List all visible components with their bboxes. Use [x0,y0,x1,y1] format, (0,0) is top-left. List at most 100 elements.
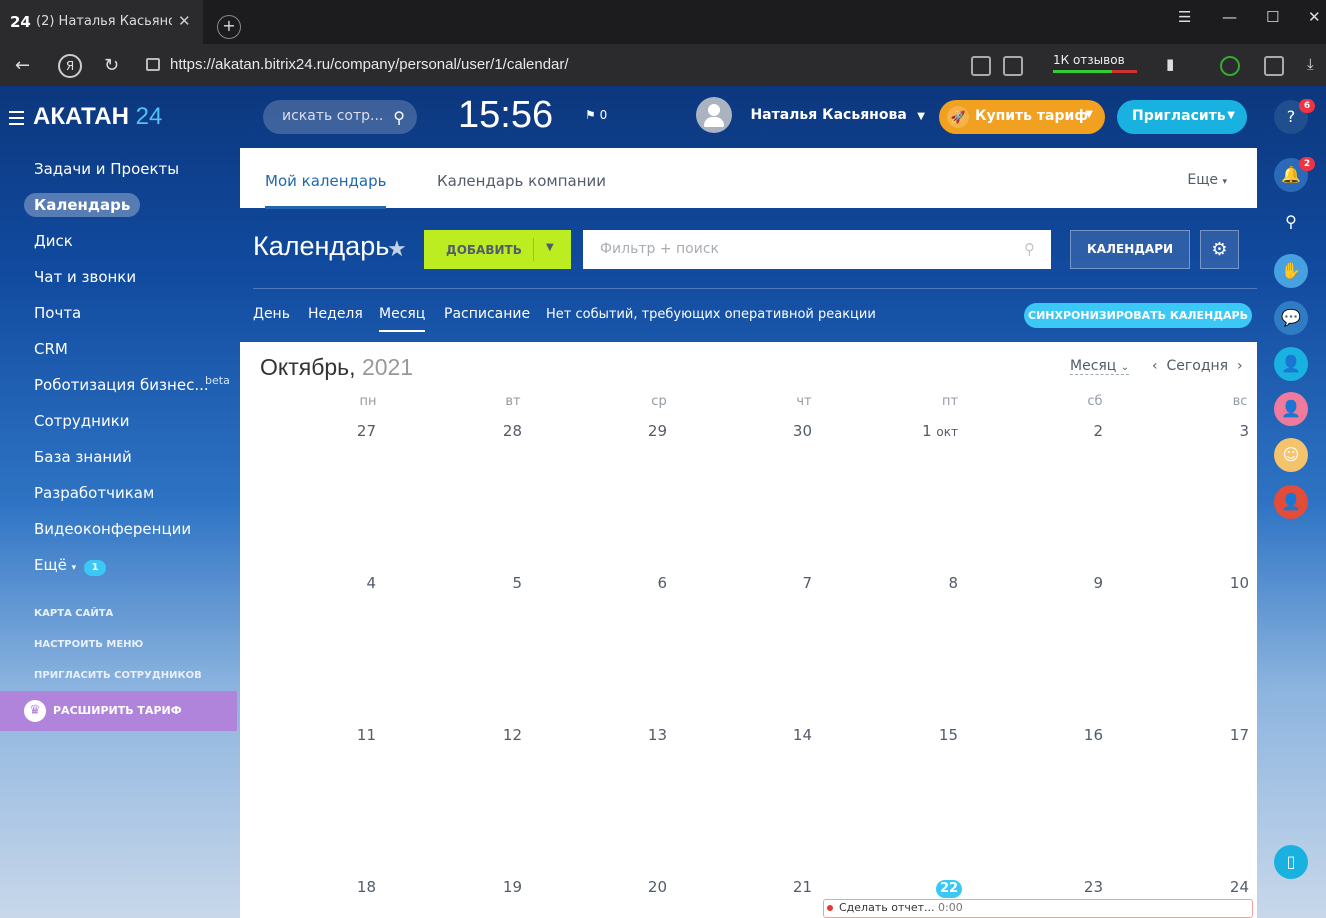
view-dropdown[interactable]: Месяц ⌄ [1070,358,1130,375]
contact-avatar[interactable]: 👤 [1274,392,1308,426]
prev-icon[interactable]: ‹ [1152,358,1158,374]
group-chat-icon[interactable]: ✋ [1274,254,1308,288]
sidebar-item-chat[interactable]: Чат и звонки [23,262,237,298]
day-cell[interactable]: 19 [482,878,522,896]
view-day[interactable]: День [253,306,290,322]
invite-button[interactable]: Пригласить ▼ [1117,100,1247,134]
day-cell[interactable]: 17 [1209,726,1249,744]
contact-avatar[interactable]: ☺ [1274,438,1308,472]
site-map-link[interactable]: КАРТА САЙТА [34,608,113,619]
today-cell[interactable]: 22 [922,878,962,898]
view-week[interactable]: Неделя [308,306,363,322]
star-icon[interactable]: ★ [387,237,407,262]
close-tab-icon[interactable]: ✕ [178,12,191,30]
user-clock-icon[interactable]: 👤 [1274,347,1308,381]
menu-burger-icon[interactable] [9,111,24,129]
chat-icon[interactable]: 💬 [1274,301,1308,335]
downloads-icon[interactable]: ⤓ [1307,55,1314,73]
mobile-app-icon[interactable]: ▯ [1274,845,1308,879]
user-menu[interactable]: Наталья Касьянова ▼ [696,97,925,133]
tab-my-calendar[interactable]: Мой календарь [265,172,387,209]
day-cell[interactable]: 5 [482,574,522,592]
gear-icon[interactable]: ⚙ [1200,230,1239,269]
portal-brand[interactable]: АКАТАН 24 [33,103,162,131]
day-cell[interactable]: 23 [1063,878,1103,896]
search-icon[interactable]: ⚲ [1274,205,1308,239]
day-cell[interactable]: 24 [1209,878,1249,896]
day-cell[interactable]: 13 [627,726,667,744]
no-events-notice[interactable]: Нет событий, требующих оперативной реакц… [546,307,876,322]
minimize-icon[interactable]: — [1222,8,1237,26]
day-cell[interactable]: 10 [1209,574,1249,592]
day-cell[interactable]: 30 [772,422,812,440]
day-cell[interactable]: 15 [918,726,958,744]
sidebar-item-crm[interactable]: CRM [23,334,237,370]
close-window-icon[interactable]: ✕ [1308,8,1321,26]
day-cell[interactable]: 9 [1063,574,1103,592]
sidebar-item-more[interactable]: Ещё ▾ 1 [23,550,237,586]
day-cell[interactable]: 20 [627,878,667,896]
sidebar-item-employees[interactable]: Сотрудники [23,406,237,442]
config-menu-link[interactable]: НАСТРОИТЬ МЕНЮ [34,639,143,650]
day-cell[interactable]: 2 [1063,422,1103,440]
next-icon[interactable]: › [1237,358,1243,374]
day-cell[interactable]: 7 [772,574,812,592]
back-icon[interactable]: ← [15,55,30,76]
calendar-event[interactable]: Сделать отчет... 0:00 [823,899,1253,918]
day-cell[interactable]: 29 [627,422,667,440]
sidebar-item-video[interactable]: Видеоконференции [23,514,237,550]
sync-calendar-button[interactable]: СИНХРОНИЗИРОВАТЬ КАЛЕНДАРЬ [1024,303,1252,328]
view-month[interactable]: Месяц [379,306,426,332]
extension-icon[interactable] [971,56,991,76]
flag-counter[interactable]: ⚑ 0 [585,108,607,122]
day-cell[interactable]: 11 [336,726,376,744]
add-event-button[interactable]: ДОБАВИТЬ ▼ [424,230,571,269]
sidebar-item-tasks[interactable]: Задачи и Проекты [23,154,237,190]
more-menu[interactable]: Еще ▾ [1187,172,1227,188]
sidebar-item-knowledge[interactable]: База знаний [23,442,237,478]
yandex-icon[interactable]: Я [58,54,82,78]
expand-plan-button[interactable]: ♛ РАСШИРИТЬ ТАРИФ [0,691,237,731]
sidebar-item-mail[interactable]: Почта [23,298,237,334]
day-cell[interactable]: 16 [1063,726,1103,744]
url-field[interactable]: https://akatan.bitrix24.ru/company/perso… [170,56,569,73]
today-button[interactable]: Сегодня [1167,358,1229,374]
invite-staff-link[interactable]: ПРИГЛАСИТЬ СОТРУДНИКОВ [34,670,202,681]
buy-plan-button[interactable]: 🚀 Купить тариф ▼ [939,100,1105,134]
day-cell[interactable]: 18 [336,878,376,896]
day-cell[interactable]: 4 [336,574,376,592]
contact-avatar[interactable]: 👤 [1274,485,1308,519]
day-cell[interactable]: 21 [772,878,812,896]
day-cell[interactable]: 14 [772,726,812,744]
search-icon[interactable]: ⚲ [1024,240,1035,258]
clock[interactable]: 15:56 [458,94,553,137]
sidebar-item-robotization[interactable]: Роботизация бизнес... beta [23,370,237,406]
tab-company-calendar[interactable]: Календарь компании [437,172,606,190]
calendars-button[interactable]: КАЛЕНДАРИ [1070,230,1190,269]
browser-menu-icon[interactable]: ☰ [1178,8,1191,26]
collections-icon[interactable] [1264,56,1284,76]
sidebar-item-calendar[interactable]: Календарь [23,190,237,226]
filter-search-input[interactable]: Фильтр + поиск ⚲ [583,230,1051,269]
browser-tab[interactable]: 24 (2) Наталья Касьянова: Календарь ✕ [0,0,203,44]
extension-icon[interactable] [1003,56,1023,76]
reviews-label[interactable]: 1К отзывов [1053,53,1125,67]
search-icon[interactable]: ⚲ [393,108,405,127]
protect-icon[interactable] [1220,56,1240,76]
view-schedule[interactable]: Расписание [444,306,530,322]
day-cell[interactable]: 12 [482,726,522,744]
chevron-down-icon[interactable]: ▼ [546,242,554,253]
sidebar-item-developers[interactable]: Разработчикам [23,478,237,514]
sidebar-item-disk[interactable]: Диск [23,226,237,262]
bookmark-icon[interactable]: ▮ [1166,55,1174,73]
day-cell[interactable]: 3 [1209,422,1249,440]
day-cell[interactable]: 1 окт [918,422,958,440]
day-cell[interactable]: 8 [918,574,958,592]
employee-search-input[interactable]: искать сотр... ⚲ [263,100,417,134]
day-cell[interactable]: 27 [336,422,376,440]
day-cell[interactable]: 6 [627,574,667,592]
new-tab-button[interactable]: + [217,15,241,39]
maximize-icon[interactable]: ☐ [1266,8,1279,26]
reload-icon[interactable]: ↻ [104,55,119,76]
day-cell[interactable]: 28 [482,422,522,440]
